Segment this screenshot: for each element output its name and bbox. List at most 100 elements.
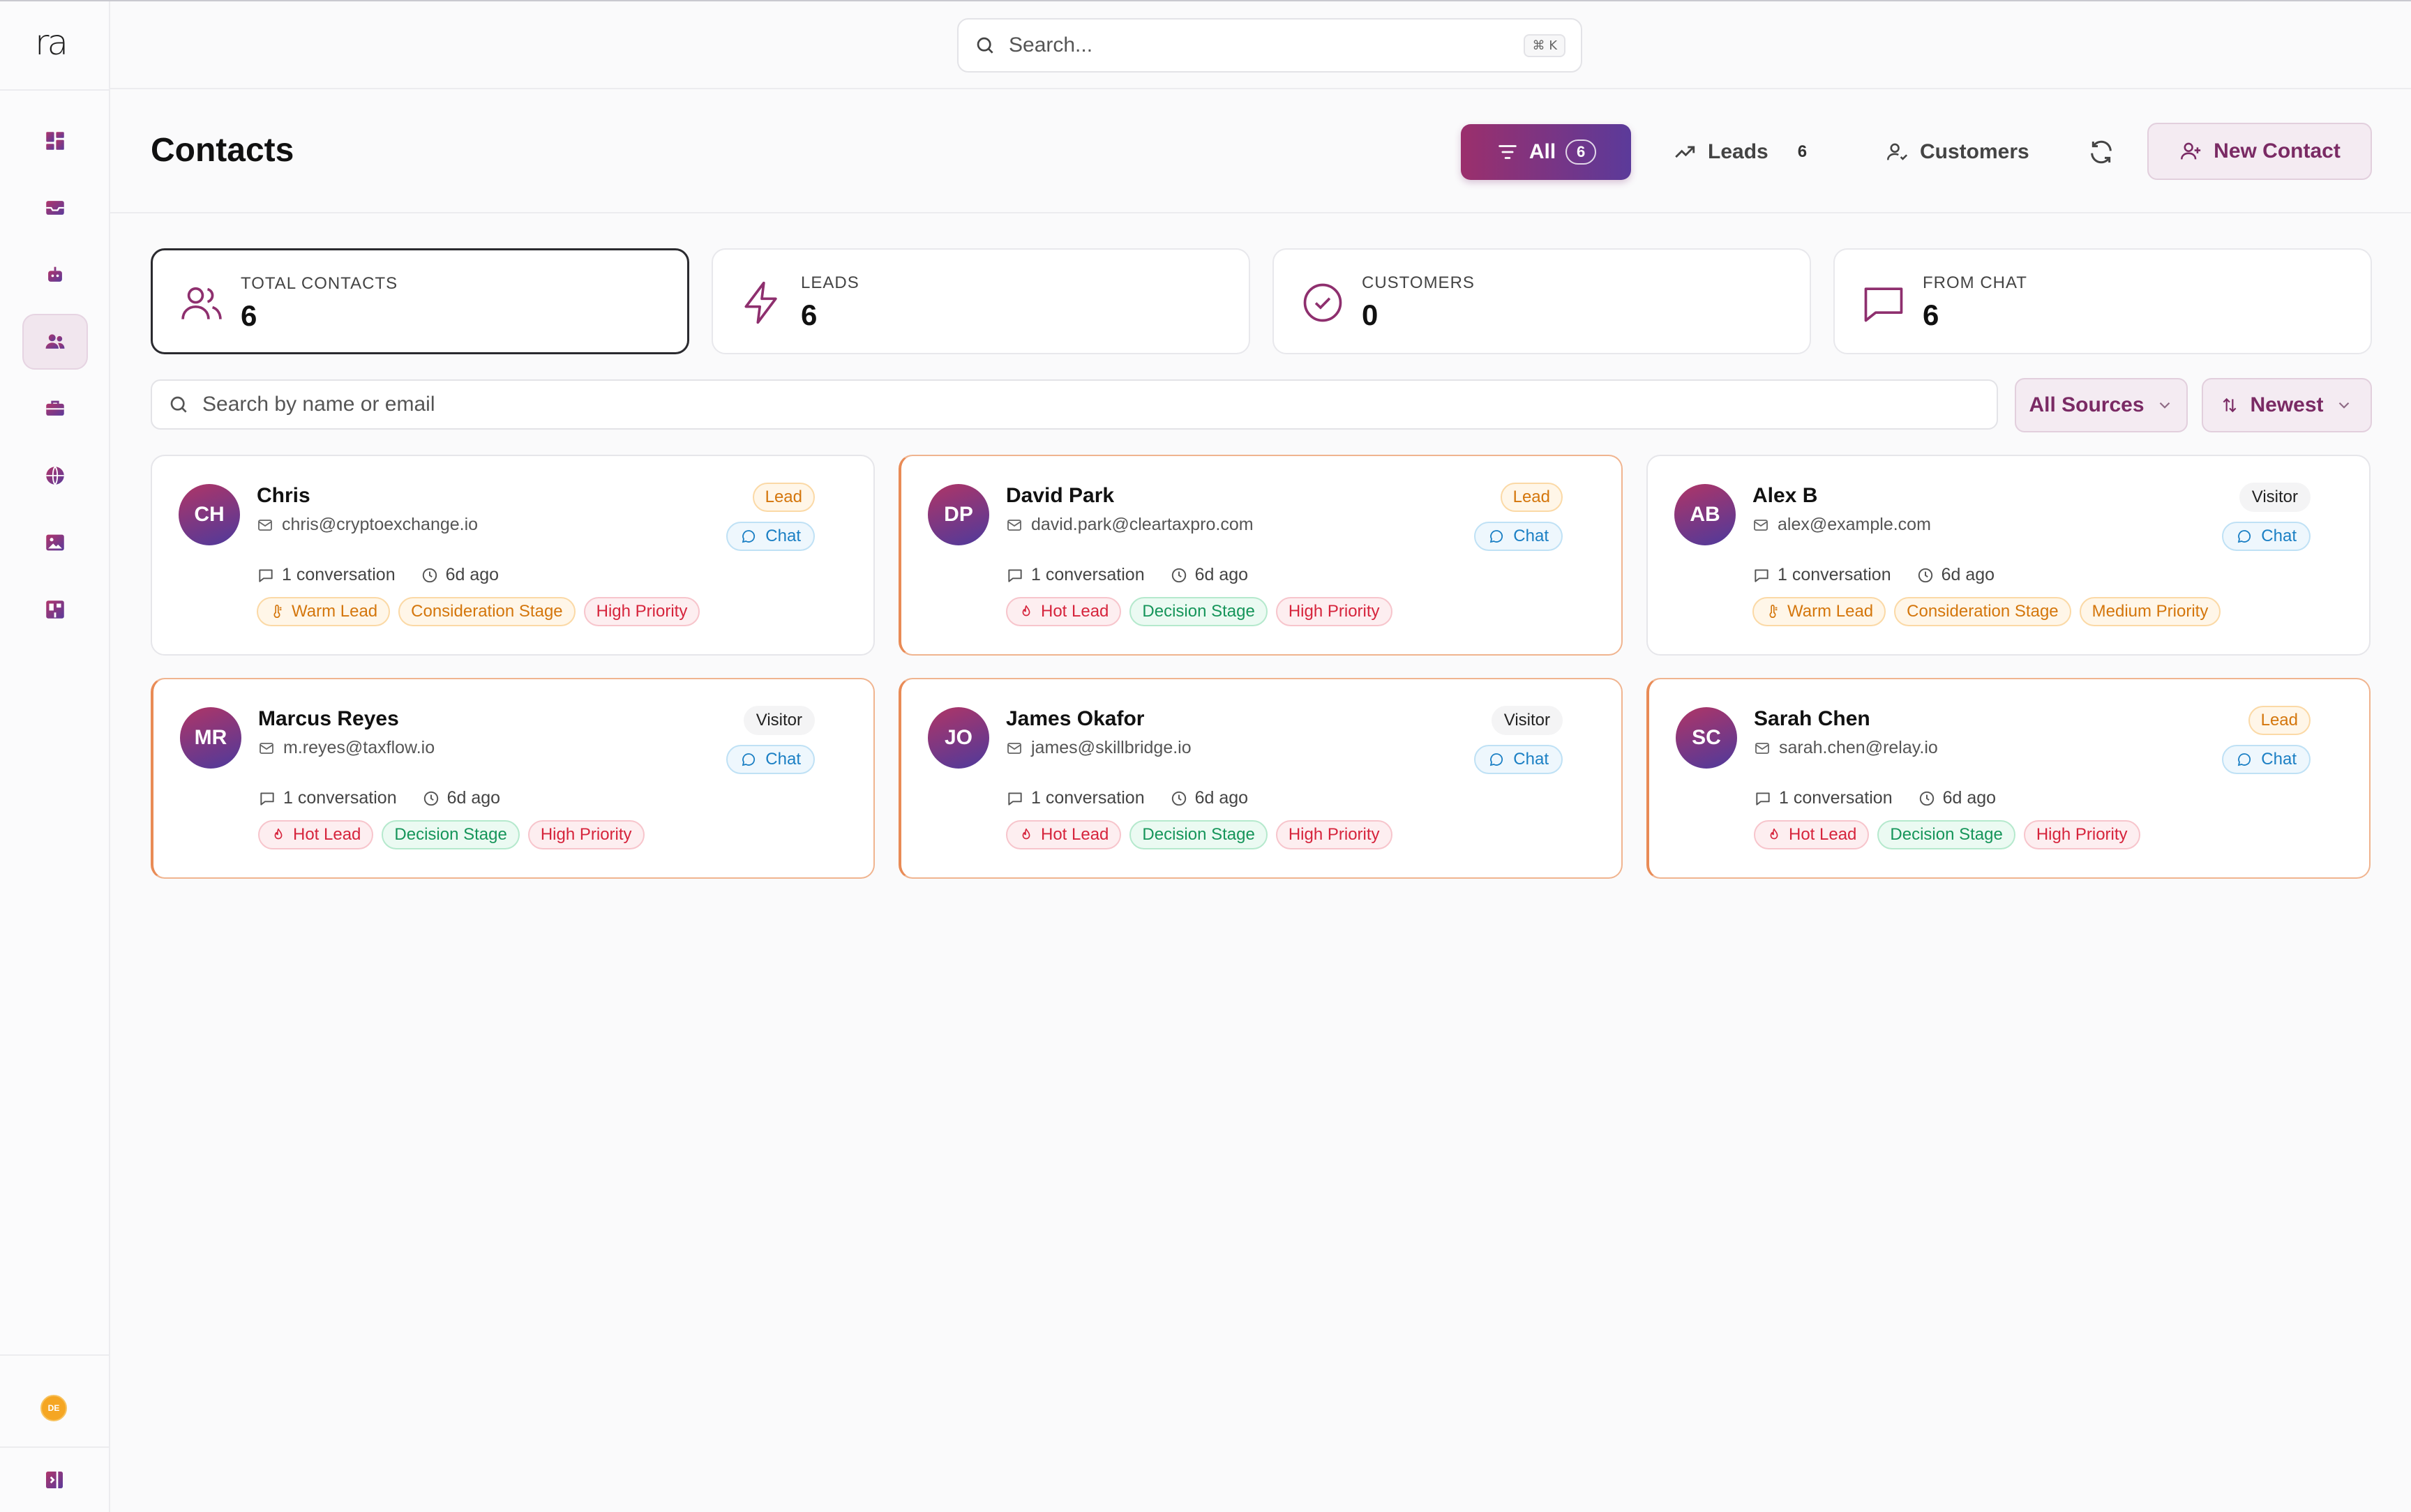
filter-all-button[interactable]: All 6 [1461, 124, 1631, 180]
contact-email: m.reyes@taxflow.io [258, 738, 435, 758]
sidebar-item-dashboard[interactable] [22, 113, 88, 169]
tag-label: Consideration Stage [411, 602, 563, 621]
chat-bubble-icon [742, 530, 756, 543]
bot-icon [48, 266, 62, 282]
contacts-icon [45, 334, 65, 349]
page-header: Contacts All 6 Leads 6 Customers New Con… [110, 91, 2411, 213]
tag-label: Hot Lead [1041, 602, 1109, 621]
briefcase-icon [46, 400, 64, 416]
filter-customers-button[interactable]: Customers [1885, 124, 2029, 180]
filter-icon [1499, 145, 1517, 159]
sidebar: ra DE [0, 1, 110, 1512]
clock-icon [422, 568, 437, 582]
contact-card[interactable]: CH Chris chris@cryptoexchange.io Lead Ch… [151, 455, 875, 656]
tag-badge: High Priority [1275, 820, 1392, 849]
contact-card[interactable]: MR Marcus Reyes m.reyes@taxflow.io Visit… [151, 678, 875, 879]
tag-label: Hot Lead [293, 825, 361, 844]
conversation-count: 1 conversation [1778, 565, 1891, 584]
contact-name[interactable]: Chris [257, 484, 310, 508]
contact-email: alex@example.com [1752, 515, 1931, 535]
channel-label: Chat [2261, 527, 2297, 545]
contact-name[interactable]: James Okafor [1006, 707, 1144, 731]
sidebar-item-workspace[interactable] [22, 381, 88, 437]
contact-search[interactable] [151, 379, 1998, 430]
refresh-icon [2091, 140, 2112, 164]
contact-type-badge: Visitor [1491, 706, 1563, 735]
chat-bubble-icon [2238, 753, 2251, 766]
message-icon [1755, 568, 1768, 582]
app-window: ra DE Search... ⌘ K Contacts All 6 Leads… [0, 0, 2411, 1512]
avatar: CH [179, 484, 240, 545]
contact-email-text: alex@example.com [1778, 515, 1931, 534]
new-contact-button[interactable]: New Contact [2147, 123, 2372, 180]
tag-badge: High Priority [583, 597, 700, 626]
tag-label: Decision Stage [1142, 825, 1255, 844]
sidebar-item-inbox[interactable] [22, 180, 88, 236]
tag-label: High Priority [540, 825, 632, 844]
chat-bubble-icon [1490, 530, 1503, 543]
contact-card[interactable]: SC Sarah Chen sarah.chen@relay.io Lead C… [1646, 678, 2371, 879]
mail-icon [1755, 742, 1769, 754]
message-icon [1008, 792, 1022, 806]
tag-badge: Decision Stage [382, 820, 520, 849]
contact-card[interactable]: DP David Park david.park@cleartaxpro.com… [899, 455, 1623, 656]
global-search[interactable]: ⌘ K [957, 18, 1582, 73]
topbar: ⌘ K [110, 1, 2411, 89]
stat-card-from-chat[interactable]: FROM CHAT 6 [1833, 248, 2372, 354]
tag-label: Hot Lead [1041, 825, 1109, 844]
tag-label: High Priority [1288, 825, 1380, 844]
contact-card[interactable]: AB Alex B alex@example.com Visitor Chat … [1646, 455, 2371, 656]
contact-meta: 1 conversation 6d ago [1752, 565, 1995, 585]
message-icon [1756, 792, 1770, 806]
global-search-input[interactable] [1009, 33, 1512, 57]
user-avatar[interactable]: DE [40, 1395, 67, 1421]
page-title: Contacts [151, 132, 294, 169]
mail-icon [260, 742, 273, 754]
contact-name[interactable]: Sarah Chen [1754, 707, 1870, 731]
tag-badge: High Priority [527, 820, 645, 849]
tag-list: Hot Lead Decision Stage High Priority [1006, 597, 1392, 626]
sort-icon [2223, 398, 2237, 413]
stat-card-customers[interactable]: CUSTOMERS 0 [1272, 248, 1811, 354]
filter-all-count: 6 [1565, 139, 1597, 165]
contact-name[interactable]: Alex B [1752, 484, 1817, 508]
conversation-count: 1 conversation [1031, 565, 1145, 584]
sidebar-item-contacts[interactable] [22, 314, 88, 370]
mail-icon [1007, 742, 1021, 754]
sidebar-item-web[interactable] [22, 448, 88, 504]
contact-name[interactable]: David Park [1006, 484, 1114, 508]
contact-name[interactable]: Marcus Reyes [258, 707, 399, 731]
filter-leads-count: 6 [1797, 142, 1808, 161]
widget-icon [46, 600, 64, 619]
stat-card-leads[interactable]: LEADS 6 [712, 248, 1250, 354]
tag-list: Hot Lead Decision Stage High Priority [1754, 820, 2140, 849]
collapse-sidebar-icon[interactable] [43, 1469, 66, 1491]
stat-card-total-contacts[interactable]: TOTAL CONTACTS 6 [151, 248, 689, 354]
channel-label: Chat [765, 527, 801, 545]
contact-meta: 1 conversation 6d ago [1006, 788, 1248, 808]
sidebar-item-media[interactable] [22, 515, 88, 570]
sort-select[interactable]: Newest [2202, 378, 2372, 432]
tag-list: Hot Lead Decision Stage High Priority [1006, 820, 1392, 849]
stat-label: TOTAL CONTACTS [241, 274, 398, 293]
app-logo[interactable]: ra [35, 25, 77, 60]
contact-type-badge: Visitor [2239, 483, 2311, 512]
contact-card[interactable]: JO James Okafor james@skillbridge.io Vis… [899, 678, 1623, 879]
tag-list: Hot Lead Decision Stage High Priority [258, 820, 645, 849]
contact-search-input[interactable] [202, 393, 1981, 416]
flame-icon [274, 828, 283, 840]
tag-label: High Priority [2036, 825, 2128, 844]
tag-badge: Consideration Stage [1894, 597, 2071, 626]
sidebar-item-bot[interactable] [22, 247, 88, 303]
source-filter-select[interactable]: All Sources [2015, 378, 2188, 432]
last-seen: 6d ago [1194, 788, 1249, 808]
check-circle-icon [1303, 283, 1342, 322]
stat-label: CUSTOMERS [1362, 273, 1475, 292]
contact-email: chris@cryptoexchange.io [257, 515, 478, 535]
refresh-button[interactable] [2082, 133, 2121, 172]
clock-icon [1171, 568, 1186, 582]
chevron-down-icon [2338, 402, 2349, 409]
filter-leads-button[interactable]: Leads 6 [1673, 124, 1807, 180]
clock-icon [1918, 568, 1932, 582]
sidebar-item-widget[interactable] [22, 582, 88, 637]
